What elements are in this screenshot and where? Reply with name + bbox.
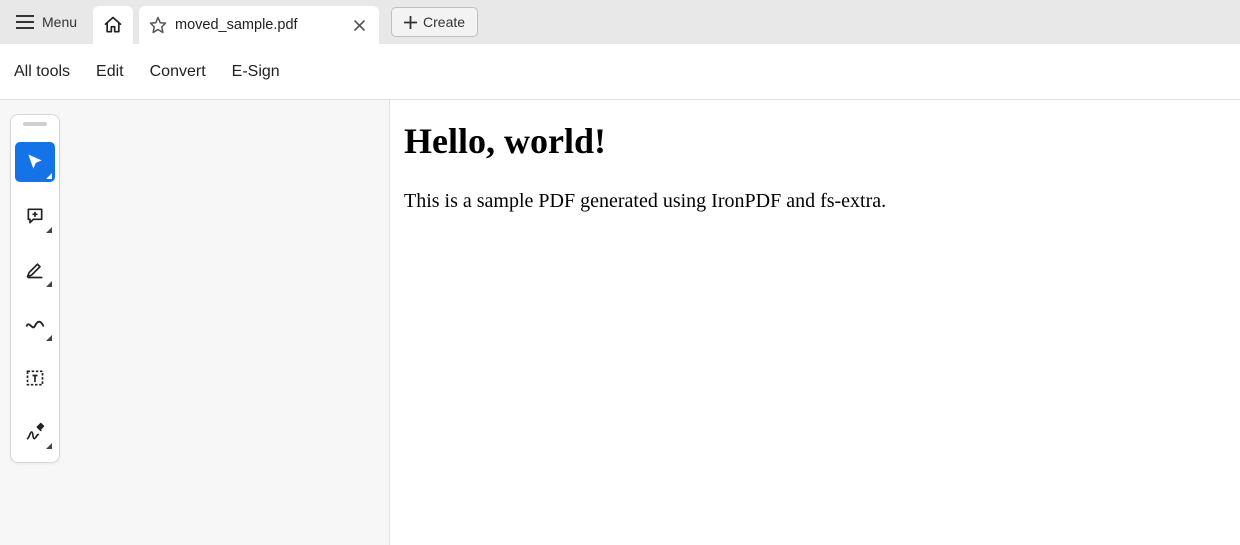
document-tab[interactable]: moved_sample.pdf	[139, 6, 379, 44]
document-view[interactable]: Hello, world! This is a sample PDF gener…	[390, 100, 1240, 545]
submenu-indicator-icon	[46, 173, 52, 179]
comment-tool[interactable]	[15, 196, 55, 236]
comment-icon	[25, 206, 45, 226]
document-body: This is a sample PDF generated using Iro…	[404, 190, 1226, 213]
close-tab-button[interactable]	[349, 15, 369, 35]
close-icon	[354, 20, 365, 31]
menubar: All tools Edit Convert E-Sign	[0, 44, 1240, 100]
sign-tool[interactable]	[15, 412, 55, 452]
home-tab[interactable]	[93, 6, 133, 44]
palette-drag-handle[interactable]	[23, 122, 47, 126]
submenu-indicator-icon	[46, 443, 52, 449]
menu-convert[interactable]: Convert	[150, 63, 206, 81]
submenu-indicator-icon	[46, 281, 52, 287]
titlebar: Menu moved_sample.pdf Create	[0, 0, 1240, 44]
menu-esign[interactable]: E-Sign	[232, 63, 280, 81]
hamburger-icon	[16, 15, 34, 29]
highlight-tool[interactable]	[15, 250, 55, 290]
submenu-indicator-icon	[46, 335, 52, 341]
menu-all-tools[interactable]: All tools	[14, 63, 70, 81]
left-pane	[0, 100, 390, 545]
draw-icon	[24, 314, 46, 334]
highlight-icon	[25, 260, 45, 280]
draw-tool[interactable]	[15, 304, 55, 344]
menu-button[interactable]: Menu	[6, 8, 87, 36]
document-tab-title: moved_sample.pdf	[175, 17, 341, 33]
textbox-icon	[25, 368, 45, 388]
star-icon	[149, 16, 167, 34]
menu-button-label: Menu	[42, 14, 77, 30]
textbox-tool[interactable]	[15, 358, 55, 398]
submenu-indicator-icon	[46, 227, 52, 233]
plus-icon	[404, 16, 417, 29]
content-area: Hello, world! This is a sample PDF gener…	[0, 100, 1240, 545]
tool-palette	[10, 114, 60, 463]
document-heading: Hello, world!	[404, 120, 1226, 162]
home-icon	[103, 15, 123, 35]
menu-edit[interactable]: Edit	[96, 63, 124, 81]
cursor-icon	[25, 152, 45, 172]
create-button-label: Create	[423, 14, 465, 30]
select-tool[interactable]	[15, 142, 55, 182]
sign-icon	[25, 422, 45, 442]
create-button[interactable]: Create	[391, 7, 478, 37]
